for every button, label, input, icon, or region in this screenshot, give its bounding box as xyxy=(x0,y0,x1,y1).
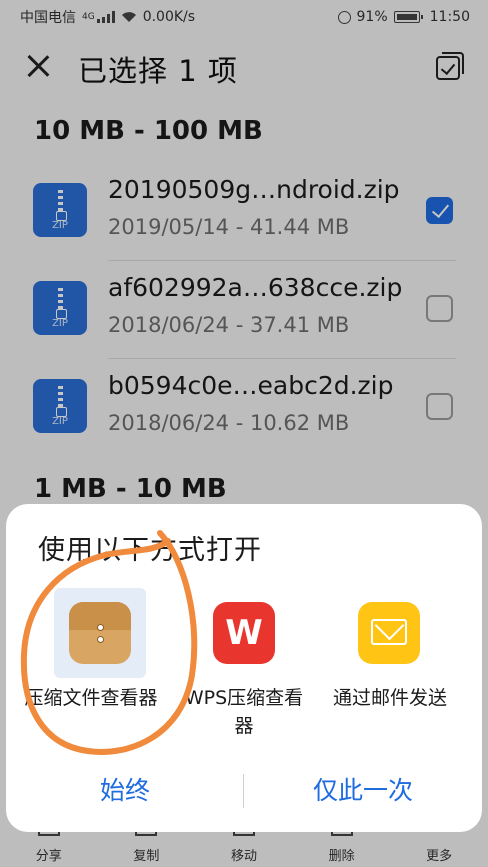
mail-icon xyxy=(358,602,420,664)
wps-glyph: W xyxy=(225,613,263,653)
always-button[interactable]: 始终 xyxy=(6,768,244,814)
archive-icon xyxy=(69,602,131,664)
just-once-button[interactable]: 仅此一次 xyxy=(244,768,482,814)
app-label: WPS压缩查看器 xyxy=(184,687,304,737)
app-option-wps[interactable]: W WPS压缩查看器 xyxy=(164,588,324,738)
wps-icon: W xyxy=(213,602,275,664)
app-label: 压缩文件查看器 xyxy=(24,687,158,709)
app-label: 通过邮件发送 xyxy=(332,687,447,709)
app-option-mail[interactable]: 通过邮件发送 xyxy=(310,588,470,738)
open-with-dialog: 使用以下方式打开 压缩文件查看器 W WPS压缩查看器 通过邮件发送 始终 仅此… xyxy=(6,504,482,832)
dialog-title: 使用以下方式打开 xyxy=(38,535,262,566)
app-option-archive-viewer[interactable]: 压缩文件查看器 xyxy=(10,588,170,738)
